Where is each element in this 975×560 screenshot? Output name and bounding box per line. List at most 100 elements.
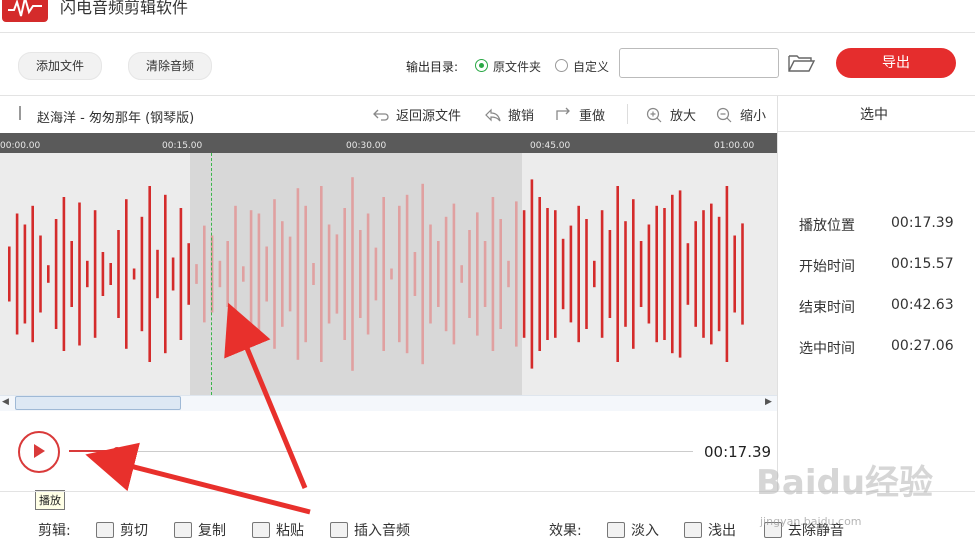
back-to-source-label: 返回源文件 bbox=[396, 109, 462, 124]
scrollbar-thumb[interactable] bbox=[15, 396, 181, 410]
waveform-bar bbox=[93, 210, 97, 338]
ruler-tick-label: 00:30.00 bbox=[346, 141, 387, 151]
export-button[interactable]: 导出 bbox=[836, 48, 956, 78]
waveform-bar bbox=[585, 219, 588, 329]
edit-label: 剪辑: bbox=[38, 523, 71, 539]
insert-audio-icon bbox=[330, 522, 348, 538]
waveform-bar bbox=[725, 186, 729, 362]
back-to-source-button[interactable]: 返回源文件 bbox=[372, 105, 461, 124]
waveform-bar bbox=[335, 234, 339, 314]
waveform-bar bbox=[382, 197, 385, 351]
selected-duration-label: 选中时间 bbox=[799, 341, 855, 357]
waveform-bar bbox=[47, 265, 50, 283]
playback-progress-knob[interactable] bbox=[113, 447, 121, 455]
waveform-bar bbox=[546, 208, 549, 340]
clear-audio-button[interactable]: 清除音频 bbox=[128, 52, 212, 80]
waveform-bar bbox=[218, 260, 222, 288]
folder-open-icon[interactable] bbox=[788, 53, 816, 73]
waveform-bar bbox=[538, 197, 541, 351]
waveform-bar bbox=[54, 219, 58, 329]
playback-progress-track[interactable] bbox=[69, 451, 693, 452]
waveform-bar bbox=[179, 208, 183, 340]
undo-button[interactable]: 撤销 bbox=[484, 105, 534, 124]
radio-source-folder-label[interactable]: 原文件夹 bbox=[493, 58, 541, 75]
waveform-bar bbox=[530, 179, 534, 369]
play-button[interactable] bbox=[18, 431, 60, 473]
fade-out-label: 浅出 bbox=[708, 523, 736, 539]
play-position-value: 00:17.39 bbox=[891, 215, 954, 231]
waveform-bar bbox=[226, 241, 229, 307]
selection-panel bbox=[777, 96, 975, 491]
waveform-bar bbox=[281, 221, 284, 327]
redo-icon bbox=[556, 107, 570, 120]
waveform-bar bbox=[156, 249, 159, 299]
ruler-tick-label: 00:15.00 bbox=[162, 141, 203, 151]
fade-out-icon bbox=[684, 522, 702, 538]
fade-in-icon bbox=[607, 522, 625, 538]
waveform-bar bbox=[710, 203, 713, 345]
waveform-bar bbox=[733, 235, 736, 313]
waveform-bar bbox=[86, 260, 89, 288]
waveform-bar bbox=[678, 190, 682, 358]
undo-label: 撤销 bbox=[508, 109, 535, 124]
copy-label: 复制 bbox=[198, 523, 226, 539]
return-icon bbox=[373, 109, 389, 121]
divider bbox=[778, 131, 975, 132]
radio-custom-folder-label[interactable]: 自定义 bbox=[573, 58, 609, 75]
waveform-bar bbox=[109, 263, 112, 285]
playhead-marker[interactable] bbox=[211, 153, 212, 395]
waveform-bar bbox=[304, 205, 307, 343]
redo-button[interactable]: 重做 bbox=[555, 105, 605, 124]
fade-in-button[interactable]: 淡入 bbox=[607, 520, 659, 540]
cut-icon bbox=[96, 522, 114, 538]
waveform-bar bbox=[452, 203, 456, 345]
app-logo-icon bbox=[2, 0, 48, 22]
waveform-bar bbox=[366, 213, 370, 335]
waveform-bar bbox=[23, 224, 27, 324]
waveform-bar bbox=[171, 257, 175, 291]
add-file-button[interactable]: 添加文件 bbox=[18, 52, 102, 80]
waveform-bar bbox=[132, 268, 136, 280]
paste-button[interactable]: 粘贴 bbox=[252, 520, 304, 540]
selected-duration-value: 00:27.06 bbox=[891, 338, 954, 354]
waveform-bar bbox=[515, 201, 518, 347]
zoom-out-button[interactable]: 缩小 bbox=[716, 105, 766, 124]
copy-icon bbox=[174, 522, 192, 538]
paste-label: 粘贴 bbox=[276, 523, 304, 539]
watermark-logo: Baidu经验 bbox=[756, 463, 934, 503]
paste-icon bbox=[252, 522, 270, 538]
radio-source-folder[interactable] bbox=[475, 59, 488, 72]
waveform-bar bbox=[561, 238, 565, 310]
zoom-in-button[interactable]: 放大 bbox=[646, 105, 696, 124]
cut-button[interactable]: 剪切 bbox=[96, 520, 148, 540]
waveform-bar bbox=[608, 230, 612, 318]
timeline-ruler[interactable] bbox=[0, 133, 777, 153]
waveform-bar bbox=[148, 186, 151, 362]
waveform-bar bbox=[374, 247, 378, 301]
waveform-bar bbox=[717, 216, 721, 332]
waveform-bar bbox=[203, 225, 206, 323]
waveform-bar bbox=[234, 205, 237, 343]
waveform-bar bbox=[343, 208, 346, 340]
scroll-left-icon[interactable]: ◀ bbox=[2, 397, 9, 407]
waveform-bar bbox=[327, 224, 331, 324]
waveform-bar bbox=[483, 241, 487, 307]
waveform-bar bbox=[444, 216, 448, 332]
scroll-right-icon[interactable]: ▶ bbox=[765, 397, 772, 407]
waveform-bar bbox=[507, 260, 510, 288]
waveform-bar bbox=[164, 194, 167, 354]
output-dir-label: 输出目录: bbox=[406, 60, 459, 74]
output-path-input[interactable] bbox=[619, 48, 779, 78]
waveform-bar bbox=[632, 199, 635, 349]
waveform-bar bbox=[70, 241, 73, 307]
fade-out-button[interactable]: 浅出 bbox=[684, 520, 736, 540]
copy-button[interactable]: 复制 bbox=[174, 520, 226, 540]
radio-custom-folder[interactable] bbox=[555, 59, 568, 72]
start-time-value: 00:15.57 bbox=[891, 256, 954, 272]
waveform-bar bbox=[31, 205, 34, 343]
file-name: 赵海洋 - 匆匆那年 (钢琴版) bbox=[37, 111, 195, 126]
waveform-bar bbox=[62, 197, 66, 351]
playback-progress-fill bbox=[69, 450, 116, 452]
insert-audio-button[interactable]: 插入音频 bbox=[330, 520, 410, 540]
app-title: 闪电音频剪辑软件 bbox=[60, 0, 189, 17]
